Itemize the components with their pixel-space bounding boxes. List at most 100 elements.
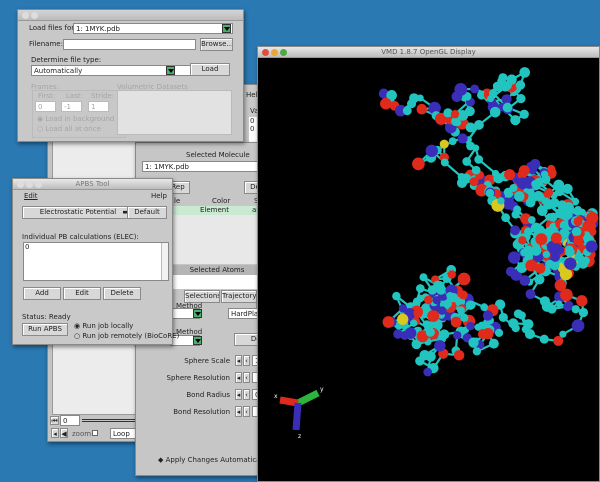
decrement-button[interactable]: ‹ [243, 372, 250, 383]
atom [499, 313, 508, 322]
chevron-down-icon[interactable] [193, 336, 202, 345]
atom [474, 155, 483, 164]
zoom-checkbox[interactable] [92, 430, 98, 436]
load-for-select[interactable]: 1: 1MYK.pdb [73, 23, 233, 34]
atom [516, 94, 525, 103]
add-button[interactable]: Add [23, 287, 61, 300]
atom [518, 236, 526, 244]
decrement-fast-button[interactable]: ◂ [235, 372, 242, 383]
calc-type-select[interactable]: Electrostatic Potential ▬ [22, 206, 134, 219]
atom [530, 159, 540, 169]
atom [426, 352, 436, 362]
atom [525, 260, 537, 272]
title-bar [18, 10, 243, 21]
selected-molecule-select[interactable]: 1: 1MYK.pdb [142, 161, 264, 172]
selected-atoms-input[interactable] [170, 275, 264, 289]
atom [449, 137, 457, 145]
chevron-down-icon[interactable] [193, 309, 202, 318]
chevron-down-icon[interactable] [222, 24, 231, 33]
load-button[interactable]: Load [190, 63, 230, 76]
filename-field[interactable] [63, 39, 196, 50]
list-item[interactable]: 0 [24, 243, 168, 251]
zoom-button[interactable] [280, 49, 287, 56]
run-remote-radio[interactable]: ○ Run job remotely (BioCoRE) [74, 332, 179, 340]
atom [417, 104, 428, 115]
edit-button[interactable]: Edit [63, 287, 101, 300]
close-button[interactable] [262, 49, 269, 56]
elec-list[interactable]: 0 [23, 242, 169, 281]
atom [416, 284, 425, 293]
atom [510, 115, 520, 125]
atom [520, 249, 528, 257]
atom [470, 84, 479, 93]
volumetric-list[interactable] [117, 90, 232, 135]
decrement-fast-button[interactable]: ◂ [235, 389, 242, 400]
menu-edit[interactable]: Edit [24, 192, 38, 200]
minimize-button[interactable] [271, 49, 278, 56]
atom [438, 306, 446, 314]
rep-list[interactable]: Element al [170, 206, 264, 264]
scrollbar[interactable] [161, 243, 168, 280]
atom [531, 245, 542, 256]
atom [383, 316, 395, 328]
frame-slider[interactable] [82, 419, 142, 422]
tab-trajectory[interactable]: Trajectory [221, 290, 257, 303]
browse-button[interactable]: Browse... [200, 38, 233, 51]
atom [403, 106, 412, 115]
atom [487, 95, 494, 102]
frame-field[interactable]: 0 [60, 415, 80, 426]
atom [560, 289, 573, 302]
decrement-button[interactable]: ‹ [243, 389, 250, 400]
atom [480, 303, 488, 311]
atom [576, 295, 587, 306]
load-background-radio[interactable]: ◉ Load in background [37, 115, 114, 123]
decrement-fast-button[interactable]: ◂ [235, 406, 242, 417]
atom [449, 293, 459, 303]
stride-label: Stride: [91, 92, 114, 100]
atom [526, 198, 536, 208]
run-local-radio[interactable]: ◉ Run job locally [74, 322, 133, 330]
atom [550, 252, 560, 262]
atom [410, 320, 417, 327]
chevron-down-icon[interactable] [166, 66, 175, 75]
delete-button[interactable]: Delete [103, 287, 141, 300]
apply-changes-toggle[interactable]: ◆ Apply Changes Automatically [158, 456, 269, 464]
atom [504, 169, 515, 180]
decrement-button[interactable]: ‹ [243, 355, 250, 366]
rep-row[interactable]: Element al [170, 206, 264, 215]
atom [392, 292, 400, 300]
atom [459, 290, 468, 299]
step-back-button[interactable]: ◂ [51, 428, 59, 438]
atom [537, 194, 545, 202]
atom [399, 304, 407, 312]
atom [535, 233, 547, 245]
atom [555, 300, 562, 307]
load-all-radio[interactable]: ○ Load all at once [37, 125, 101, 133]
atom [503, 81, 512, 90]
atom [519, 67, 530, 78]
last-field[interactable]: -1 [61, 101, 82, 112]
run-apbs-button[interactable]: Run APBS [22, 323, 68, 336]
goto-start-button[interactable]: ⏮ [50, 416, 59, 425]
atom [526, 289, 536, 299]
atom [482, 328, 493, 339]
window-title: APBS Tool [76, 180, 110, 188]
decrement-button[interactable]: ‹ [243, 406, 250, 417]
first-field[interactable]: 0 [35, 101, 56, 112]
default-button[interactable]: Default [127, 206, 167, 219]
molecule-view[interactable]: yxz [258, 58, 599, 481]
atom [440, 140, 449, 149]
atom [550, 261, 559, 270]
atom [563, 184, 573, 194]
stride-field[interactable]: 1 [88, 101, 109, 112]
atom [512, 324, 520, 332]
rep-color: Element [200, 206, 229, 214]
molecule-file-browser: Load files for: 1: 1MYK.pdb Filename: Br… [17, 9, 244, 142]
axis-z [296, 403, 298, 430]
atom [474, 120, 484, 130]
atom [466, 322, 474, 330]
play-back-button[interactable]: ◀ [60, 428, 68, 438]
decrement-fast-button[interactable]: ◂ [235, 355, 242, 366]
atom [427, 310, 439, 322]
menu-help[interactable]: Help [151, 192, 167, 200]
